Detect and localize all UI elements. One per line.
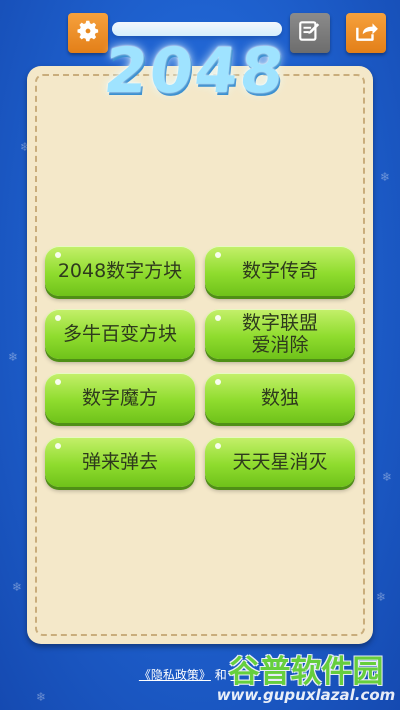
share-button[interactable] (346, 13, 386, 53)
site-watermark: 谷普软件园 www.gupuxlazal.com (212, 646, 400, 710)
watermark-title: 谷普软件园 (228, 654, 384, 690)
snowflake-decoration: ❄ (376, 590, 387, 604)
game-button-2048[interactable]: 2048数字方块 (45, 246, 195, 296)
game-button-number-cube[interactable]: 数字魔方 (45, 373, 195, 423)
watermark-url: www.gupuxlazal.com (216, 686, 396, 704)
edit-button[interactable] (290, 13, 330, 53)
game-button-sudoku[interactable]: 数独 (205, 373, 355, 423)
game-button-star-pop[interactable]: 天天星消灭 (205, 437, 355, 487)
app-logo: 2048 (100, 33, 290, 107)
share-icon (353, 18, 379, 48)
snowflake-decoration: ❄ (382, 470, 393, 484)
snowflake-decoration: ❄ (12, 580, 23, 594)
game-button-number-legend[interactable]: 数字传奇 (205, 246, 355, 296)
gear-icon (75, 18, 101, 48)
game-button-bounce[interactable]: 弹来弹去 (45, 437, 195, 487)
game-button-number-alliance[interactable]: 数字联盟 爱消除 (205, 309, 355, 359)
privacy-policy-link[interactable]: 《隐私政策》 (139, 668, 211, 682)
snowflake-decoration: ❄ (380, 170, 391, 184)
snowflake-decoration: ❄ (8, 350, 19, 364)
snowflake-decoration: ❄ (36, 690, 47, 704)
edit-note-icon (297, 18, 323, 48)
game-button-duoniu-blocks[interactable]: 多牛百变方块 (45, 309, 195, 359)
